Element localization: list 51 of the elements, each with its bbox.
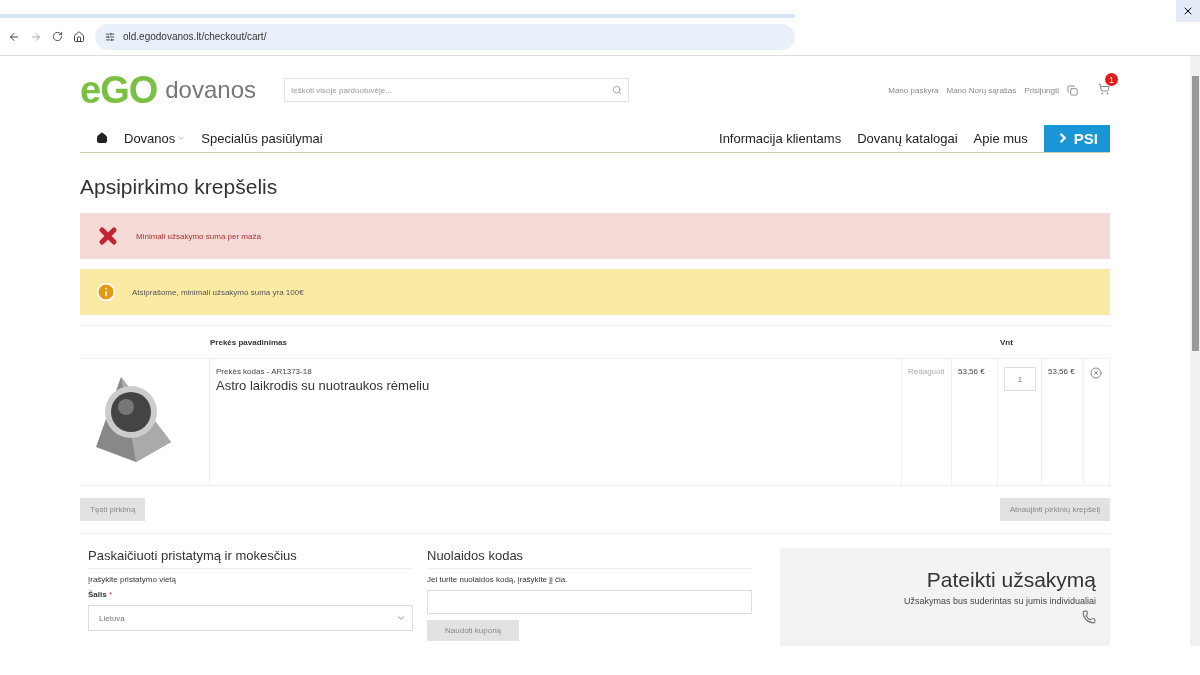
column-header: Vnt [1000, 337, 1014, 347]
home-icon[interactable] [96, 132, 108, 144]
logo-text: dovanos [165, 76, 256, 104]
price: 53,56 € [958, 367, 985, 376]
section-title: Nuolaidos kodas [427, 548, 752, 569]
country-select[interactable]: Lietuva [88, 605, 413, 631]
subtotal: 53,56 € [1048, 367, 1075, 376]
search-icon[interactable] [612, 85, 622, 95]
submit-text: Užsakymas bus suderintas su jumis individualiai [903, 596, 1096, 606]
search-field[interactable]: Ieškoti visoje parduotuvėje... [284, 78, 629, 102]
remove-icon[interactable] [1090, 367, 1102, 379]
logo[interactable]: eGO [80, 68, 158, 112]
column-header: Prekės pavadinimas [210, 337, 288, 347]
header-link[interactable]: Prisijungti [1024, 85, 1059, 95]
address-bar[interactable]: old.egodovanos.lt/checkout/cart/ [95, 23, 795, 50]
reload-icon[interactable] [52, 31, 63, 42]
cart-count: 1 [1105, 73, 1118, 86]
edit-link[interactable]: Redaguoti [908, 367, 945, 376]
info-icon [96, 282, 116, 302]
nav-link[interactable]: Informacija klientams [719, 130, 842, 146]
nav-link[interactable]: Specialūs pasiūlymai [201, 130, 323, 146]
home-icon[interactable] [73, 30, 85, 43]
hint-text: Įrašykite pristatymo vietą [88, 575, 178, 584]
nav-link[interactable]: Apie mus [973, 130, 1028, 146]
phone-icon [1082, 610, 1096, 624]
message-text: Minimali užsakymo suma per maža [136, 231, 261, 241]
nav-link[interactable]: Dovanų katalogai [857, 130, 958, 146]
quantity-field[interactable]: 1 [1004, 367, 1036, 391]
scrollbar-thumb[interactable] [1191, 76, 1199, 351]
compare-icon[interactable] [1067, 84, 1078, 96]
hint-text: Jei turite nuolaidos kodą, įrašykite jį čia. [427, 575, 569, 584]
psi-logo[interactable]: PSI [1043, 124, 1110, 152]
page-title: Apsipirkimo krepšelis [80, 175, 279, 199]
apply-coupon-button[interactable]: Naudoti kuponą [427, 620, 520, 641]
section-title: Paskaičiuoti pristatymą ir mokesčius [88, 548, 413, 569]
product-sku: Prekės kodas - AR1373-18 [216, 367, 313, 376]
header-link[interactable]: Mano paskyra [888, 85, 939, 95]
close-icon[interactable] [1176, 0, 1200, 22]
product-name[interactable]: Astro laikrodis su nuotraukos rėmeliu [216, 378, 895, 393]
cart-icon[interactable] [1098, 83, 1110, 95]
field-label: Šalis * [88, 590, 114, 599]
nav-link[interactable]: Dovanos [124, 130, 186, 146]
chevron-down-icon[interactable] [396, 613, 406, 623]
header-link[interactable]: Mano Norų sąrašas [946, 85, 1017, 95]
coupon-field[interactable] [427, 590, 752, 614]
update-cart-button[interactable]: Atnaujinti pirkinių krepšelį [999, 498, 1110, 521]
site-settings-icon[interactable] [105, 31, 115, 42]
continue-shopping-button[interactable]: Tęsti pirkimą [80, 498, 146, 521]
back-icon[interactable] [8, 30, 20, 43]
submit-title: Pateikti užsakymą [926, 568, 1096, 592]
message-text: Atsiprašome, minimali užsakymo suma yra 100€ [132, 287, 304, 297]
